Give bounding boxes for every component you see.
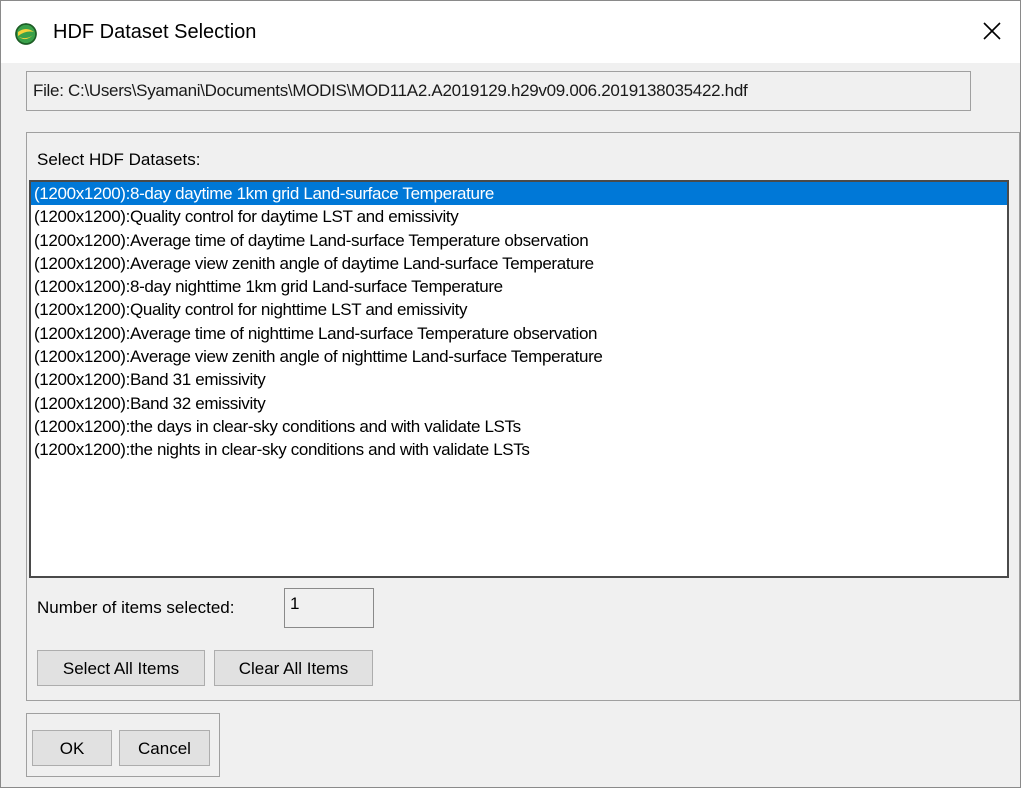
ok-button[interactable]: OK <box>32 730 112 766</box>
close-button[interactable] <box>969 13 1015 53</box>
list-item[interactable]: (1200x1200):Quality control for daytime … <box>31 205 1007 228</box>
list-item[interactable]: (1200x1200):Average time of daytime Land… <box>31 229 1007 252</box>
list-item[interactable]: (1200x1200):the days in clear-sky condit… <box>31 415 1007 438</box>
cancel-button[interactable]: Cancel <box>119 730 210 766</box>
list-item[interactable]: (1200x1200):Average view zenith angle of… <box>31 345 1007 368</box>
selected-count-field: 1 <box>284 588 374 628</box>
selected-count-label: Number of items selected: <box>37 598 235 617</box>
close-icon <box>982 21 1002 46</box>
window-title: HDF Dataset Selection <box>53 21 257 43</box>
title-bar: HDF Dataset Selection <box>1 1 1020 63</box>
globe-app-icon <box>14 22 38 46</box>
list-item[interactable]: (1200x1200):Average time of nighttime La… <box>31 322 1007 345</box>
file-path-box: File: C:\Users\Syamani\Documents\MODIS\M… <box>26 71 971 111</box>
list-item[interactable]: (1200x1200):8-day nighttime 1km grid Lan… <box>31 275 1007 298</box>
select-all-button[interactable]: Select All Items <box>37 650 205 686</box>
file-path-label: File: C:\Users\Syamani\Documents\MODIS\M… <box>33 81 748 100</box>
list-item[interactable]: (1200x1200):Band 31 emissivity <box>31 368 1007 391</box>
datasets-label: Select HDF Datasets: <box>37 150 201 169</box>
list-item[interactable]: (1200x1200):Band 32 emissivity <box>31 392 1007 415</box>
list-item[interactable]: (1200x1200):Average view zenith angle of… <box>31 252 1007 275</box>
list-item[interactable]: (1200x1200):8-day daytime 1km grid Land-… <box>31 182 1007 206</box>
list-item[interactable]: (1200x1200):the nights in clear-sky cond… <box>31 438 1007 461</box>
dataset-listbox[interactable]: (1200x1200):8-day daytime 1km grid Land-… <box>29 180 1009 578</box>
clear-all-button[interactable]: Clear All Items <box>214 650 373 686</box>
dialog-window: HDF Dataset Selection File: C:\Users\Sya… <box>0 0 1021 788</box>
list-item[interactable]: (1200x1200):Quality control for nighttim… <box>31 298 1007 321</box>
